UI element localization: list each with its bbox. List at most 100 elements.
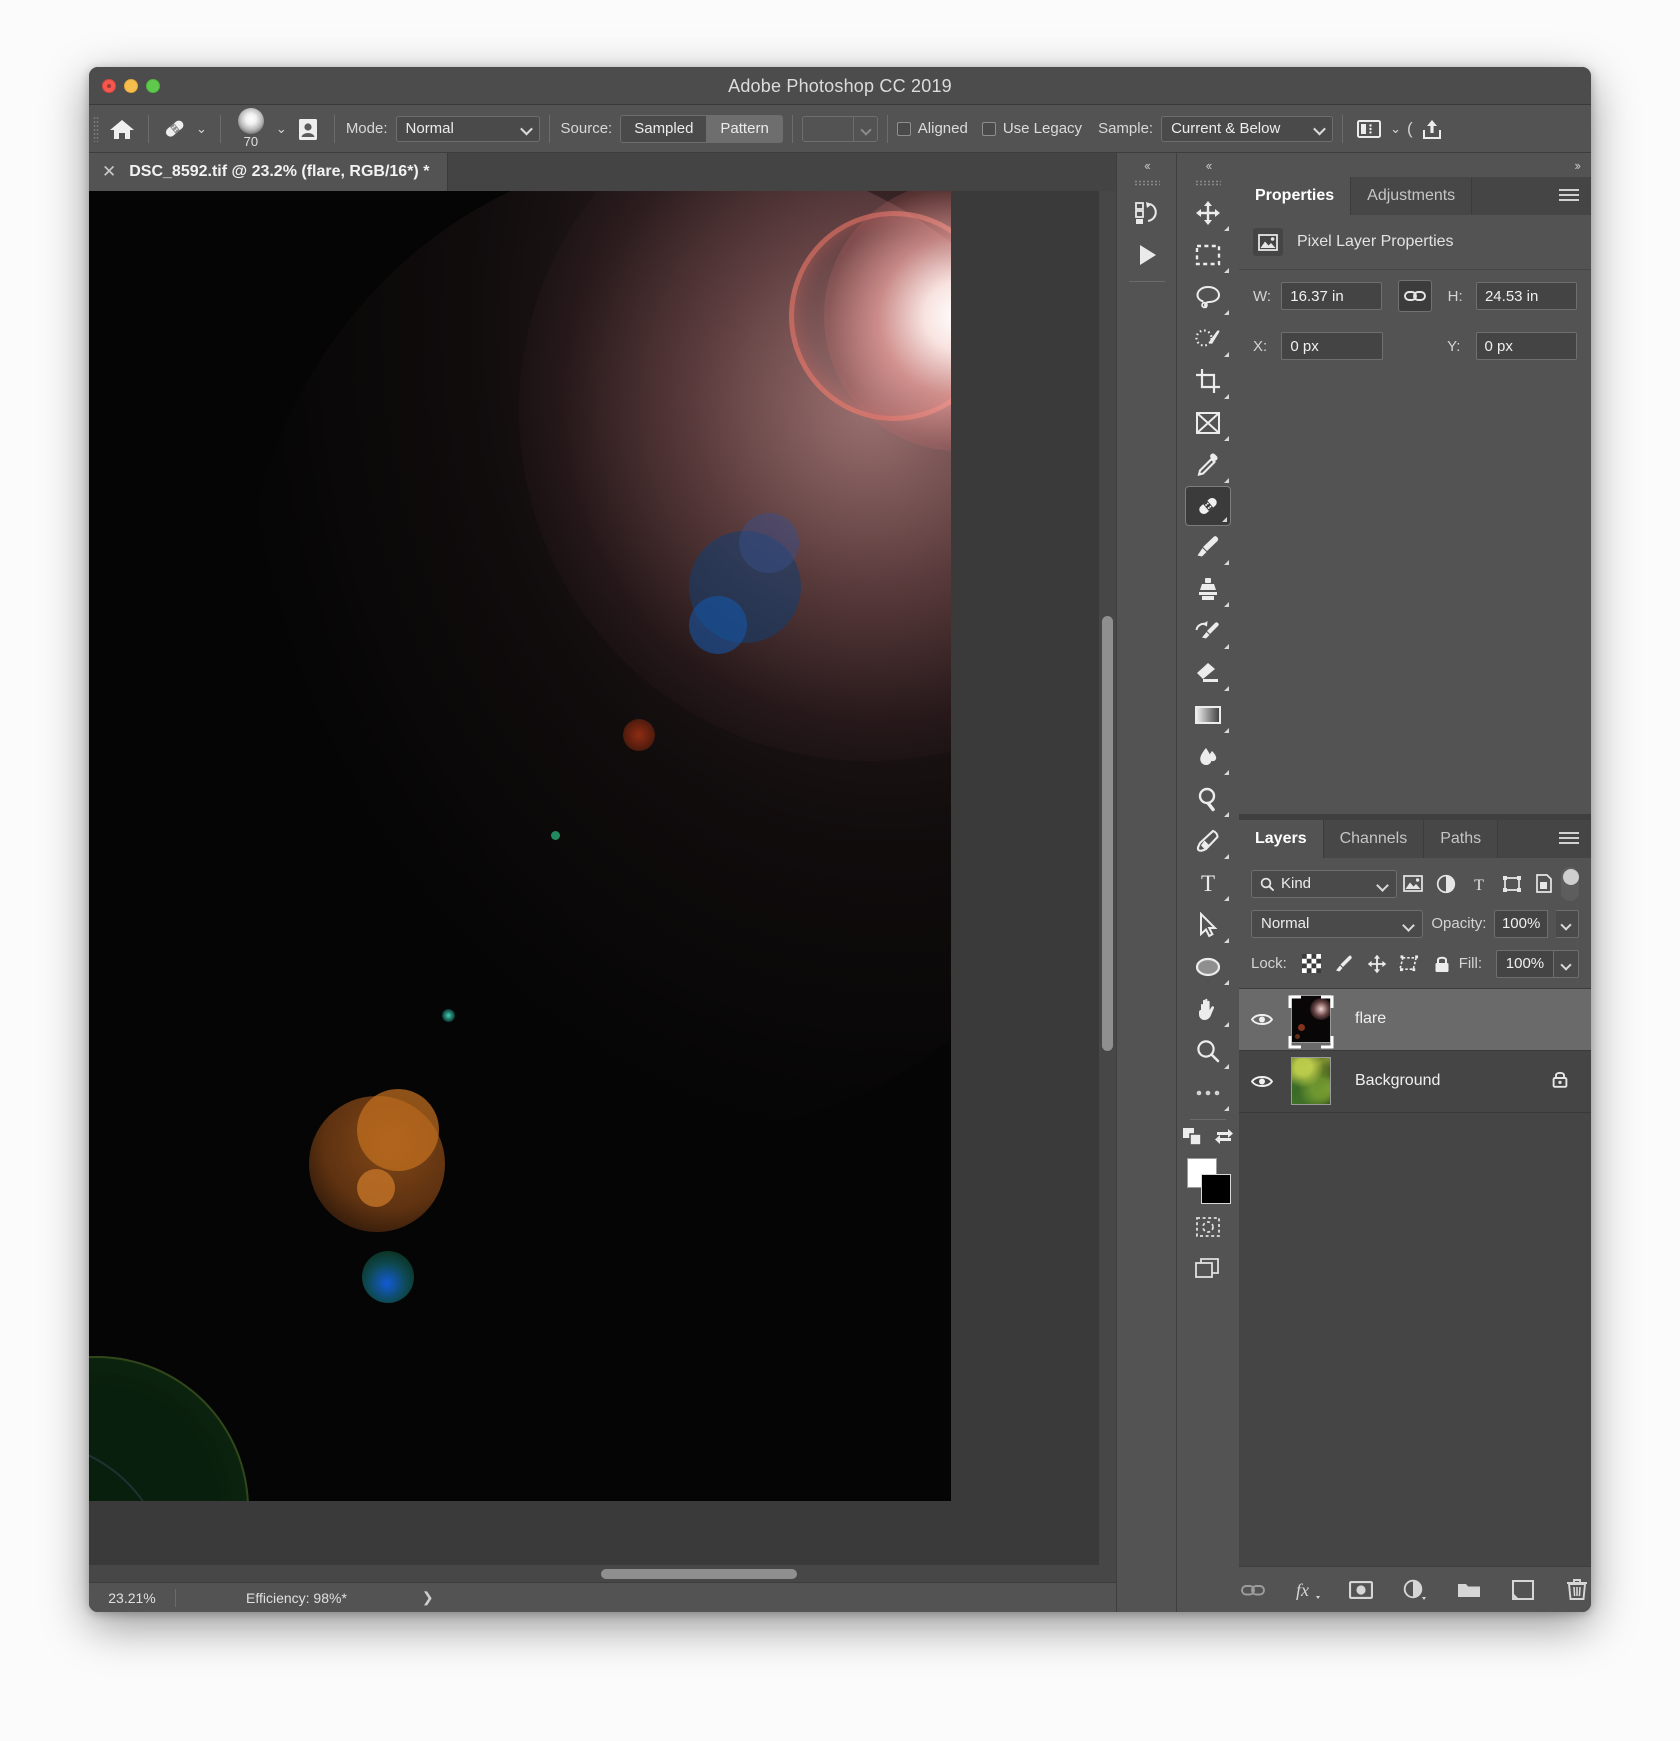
ellipse-tool[interactable] — [1184, 946, 1232, 988]
pattern-preview-field[interactable] — [802, 116, 854, 142]
pattern-picker-chevron-down-icon[interactable] — [854, 116, 878, 142]
link-layers-icon[interactable] — [1239, 1575, 1267, 1605]
collapse-left-icon[interactable]: ‹‹ — [1117, 153, 1176, 177]
close-window-button[interactable] — [102, 79, 116, 93]
crop-tool[interactable] — [1184, 360, 1232, 402]
history-icon[interactable] — [1123, 192, 1171, 234]
collapse-right-icon[interactable]: ›› — [1239, 153, 1591, 177]
layer-name-background[interactable]: Background — [1337, 1072, 1551, 1090]
options-bar-grip[interactable] — [93, 116, 99, 142]
lock-image-pixels-icon[interactable] — [1328, 950, 1361, 978]
rectangular-marquee-tool[interactable] — [1184, 234, 1232, 276]
zoom-tool[interactable] — [1184, 1030, 1232, 1072]
healing-brush-tool[interactable] — [1185, 486, 1231, 526]
lock-all-icon[interactable] — [1426, 950, 1459, 978]
eyedropper-tool[interactable] — [1184, 444, 1232, 486]
new-adjustment-layer-icon[interactable] — [1401, 1575, 1429, 1605]
dodge-tool[interactable] — [1184, 778, 1232, 820]
pattern-stamp-icon[interactable] — [291, 112, 325, 146]
canvas-viewport[interactable] — [89, 191, 1116, 1582]
history-brush-tool[interactable] — [1184, 610, 1232, 652]
minimize-window-button[interactable] — [124, 79, 138, 93]
tab-layers[interactable]: Layers — [1239, 820, 1324, 858]
default-colors-icon[interactable] — [1182, 1127, 1204, 1152]
close-icon[interactable]: ✕ — [102, 162, 116, 182]
layer-visibility-toggle[interactable] — [1239, 1074, 1285, 1089]
frame-tool[interactable] — [1184, 402, 1232, 444]
horizontal-scrollbar-thumb[interactable] — [601, 1569, 797, 1579]
layer-style-fx-icon[interactable]: fx — [1293, 1575, 1321, 1605]
blur-tool[interactable] — [1184, 736, 1232, 778]
brush-tool[interactable] — [1184, 526, 1232, 568]
blend-mode-select[interactable]: Normal — [1251, 910, 1423, 938]
tab-adjustments[interactable]: Adjustments — [1351, 177, 1472, 215]
pixel-filter-icon[interactable] — [1397, 869, 1430, 899]
zoom-level[interactable]: 23.21% — [89, 1590, 175, 1606]
x-input[interactable]: 0 px — [1281, 332, 1382, 360]
layer-name-flare[interactable]: flare — [1337, 1010, 1591, 1028]
smart-object-filter-icon[interactable] — [1528, 869, 1561, 899]
column-grip[interactable] — [1195, 180, 1221, 186]
image-canvas[interactable] — [89, 191, 951, 1501]
new-layer-icon[interactable] — [1509, 1575, 1537, 1605]
width-input[interactable]: 16.37 in — [1281, 282, 1382, 310]
document-tab[interactable]: ✕ DSC_8592.tif @ 23.2% (flare, RGB/16*) … — [89, 153, 448, 191]
horizontal-scrollbar-track[interactable] — [89, 1565, 1099, 1582]
clone-stamp-tool[interactable] — [1184, 568, 1232, 610]
source-sampled-button[interactable]: Sampled — [620, 115, 706, 143]
tablet-chevron-down-icon[interactable]: ⌄ — [1386, 121, 1405, 137]
swap-colors-icon[interactable] — [1214, 1127, 1234, 1152]
tab-paths[interactable]: Paths — [1424, 820, 1498, 858]
screen-mode-icon[interactable] — [1184, 1248, 1232, 1290]
layer-thumbnail-background[interactable] — [1291, 1057, 1331, 1105]
chevron-right-icon[interactable]: ❯ — [347, 1589, 434, 1606]
lock-artboard-icon[interactable] — [1393, 950, 1426, 978]
layer-row-flare[interactable]: flare — [1239, 989, 1591, 1051]
move-tool[interactable] — [1184, 192, 1232, 234]
mode-select[interactable]: Normal — [396, 116, 540, 142]
adjustment-filter-icon[interactable] — [1429, 869, 1462, 899]
home-icon[interactable] — [105, 112, 139, 146]
ellipsis-icon[interactable] — [1184, 1072, 1232, 1114]
sample-select[interactable]: Current & Below — [1161, 116, 1333, 142]
quick-mask-icon[interactable] — [1184, 1206, 1232, 1248]
gradient-tool[interactable] — [1184, 694, 1232, 736]
shape-filter-icon[interactable] — [1495, 869, 1528, 899]
background-color-swatch[interactable] — [1201, 1174, 1231, 1204]
layer-row-background[interactable]: Background — [1239, 1051, 1591, 1113]
panel-menu-icon[interactable] — [1559, 189, 1579, 202]
tab-properties[interactable]: Properties — [1239, 177, 1351, 215]
opacity-stepper[interactable] — [1556, 910, 1579, 938]
brush-preset-picker[interactable]: 70 — [230, 110, 272, 148]
type-tool[interactable]: T — [1184, 862, 1232, 904]
eraser-tool[interactable] — [1184, 652, 1232, 694]
healing-brush-icon[interactable] — [158, 112, 192, 146]
vertical-scrollbar-thumb[interactable] — [1102, 616, 1113, 1051]
layer-filter-kind-select[interactable]: Kind — [1251, 870, 1397, 898]
lock-position-icon[interactable] — [1360, 950, 1393, 978]
delete-layer-icon[interactable] — [1563, 1575, 1591, 1605]
panel-menu-icon[interactable] — [1559, 832, 1579, 845]
maximize-window-button[interactable] — [146, 79, 160, 93]
play-icon[interactable] — [1123, 234, 1171, 276]
new-group-icon[interactable] — [1455, 1575, 1483, 1605]
tablet-pressure-icon[interactable] — [1352, 112, 1386, 146]
color-swatches[interactable] — [1185, 1158, 1231, 1206]
lock-transparent-pixels-icon[interactable] — [1295, 950, 1328, 978]
quick-selection-tool[interactable] — [1184, 318, 1232, 360]
type-filter-icon[interactable]: T — [1462, 869, 1495, 899]
filter-toggle[interactable] — [1561, 867, 1579, 901]
aligned-checkbox[interactable]: Aligned — [897, 120, 968, 137]
tool-preset-chevron-down-icon[interactable]: ⌄ — [192, 121, 211, 137]
link-icon[interactable] — [1398, 280, 1431, 312]
y-input[interactable]: 0 px — [1476, 332, 1577, 360]
add-layer-mask-icon[interactable] — [1347, 1575, 1375, 1605]
fill-input[interactable]: 100% — [1496, 950, 1554, 978]
path-selection-tool[interactable] — [1184, 904, 1232, 946]
lasso-tool[interactable] — [1184, 276, 1232, 318]
brush-chevron-down-icon[interactable]: ⌄ — [272, 121, 291, 137]
opacity-input[interactable]: 100% — [1494, 910, 1547, 938]
tab-channels[interactable]: Channels — [1324, 820, 1425, 858]
hand-tool[interactable] — [1184, 988, 1232, 1030]
vertical-scrollbar-track[interactable] — [1099, 191, 1116, 1582]
